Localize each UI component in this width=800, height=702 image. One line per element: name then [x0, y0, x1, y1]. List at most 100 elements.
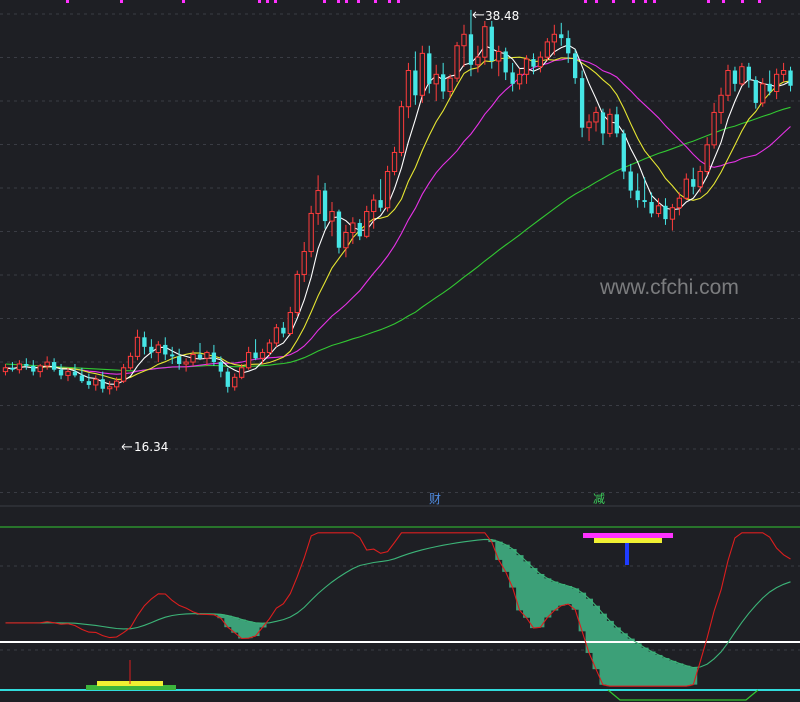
candle-body-up: [655, 205, 662, 214]
candle-body-up: [537, 56, 544, 68]
top-tick: [707, 0, 710, 3]
candle-body-down: [628, 171, 633, 191]
top-tick: [374, 0, 377, 3]
top-tick: [741, 0, 744, 3]
histogram-bar: [682, 665, 691, 687]
candle-body-down: [635, 190, 640, 201]
candle-body-down: [79, 375, 85, 382]
histogram-bar: [245, 621, 253, 639]
candle-body-up: [2, 367, 9, 373]
candle-body-up: [113, 380, 120, 388]
top-tick: [595, 0, 598, 3]
candle-body-down: [357, 222, 362, 237]
top-tick: [722, 0, 725, 3]
slow-line: [5, 538, 791, 669]
grid-lines: [0, 13, 800, 493]
candle-body-down: [753, 80, 758, 103]
candle-body-up: [607, 113, 613, 134]
top-tick: [388, 0, 391, 3]
candle-body-down: [225, 371, 230, 387]
histogram-bar: [564, 585, 573, 605]
top-tick: [120, 0, 123, 3]
candle-body-down: [489, 26, 494, 61]
candle-body-down: [31, 365, 36, 372]
candle-body-up: [433, 73, 439, 85]
candle-body-down: [441, 74, 446, 92]
top-tick: [345, 0, 348, 3]
top-tick: [397, 0, 400, 3]
candle-body-up: [461, 33, 467, 47]
candle-body-down: [573, 53, 578, 79]
candle-body-up: [593, 111, 599, 123]
candle-body-up: [586, 121, 592, 129]
histogram-bar: [648, 651, 656, 687]
candle-body-down: [218, 362, 223, 372]
candle-body-down: [72, 371, 78, 376]
candle-body-down: [177, 356, 182, 364]
candle-body-down: [746, 66, 751, 81]
histogram-bar: [495, 541, 503, 560]
candle-body-up: [718, 94, 724, 113]
candle-body-down: [531, 59, 536, 67]
candle-body-down: [767, 83, 772, 92]
candle-body-down: [614, 114, 619, 134]
candle-body-down: [197, 354, 203, 359]
candle-body-up: [523, 58, 530, 75]
candle-body-down: [579, 78, 585, 128]
high-price-label: 38.48: [485, 9, 519, 23]
candle-body-up: [232, 376, 238, 388]
top-tick: [266, 0, 269, 3]
candle-body-up: [516, 73, 523, 85]
candle-body-up: [669, 207, 676, 220]
candle-body-down: [163, 344, 168, 355]
candle-body-up: [683, 178, 689, 199]
candle-body-up: [294, 273, 300, 314]
candle-body-up: [350, 222, 356, 233]
candle-body-up: [704, 144, 710, 173]
candle-body-up: [308, 212, 314, 253]
top-tick: [584, 0, 587, 3]
top-tick: [632, 0, 635, 3]
candle-body-up: [419, 52, 425, 96]
candle-body-up: [773, 73, 780, 92]
candle-body-down: [211, 352, 217, 363]
histogram-bar: [599, 613, 607, 685]
candle-body-up: [155, 344, 161, 354]
histogram-bar: [530, 568, 538, 629]
candle-body-down: [378, 200, 383, 208]
candle-body-up: [780, 70, 787, 75]
candles: [2, 9, 793, 395]
candle-body-up: [711, 111, 717, 146]
histogram-bar: [238, 619, 246, 639]
candle-body-down: [336, 211, 342, 248]
candle-body-up: [398, 106, 405, 153]
candle-body-up: [391, 151, 398, 173]
candle-body-down: [51, 362, 57, 370]
bottom-bracket: [607, 689, 759, 701]
candle-body-up: [482, 26, 488, 58]
top-tick: [357, 0, 360, 3]
candle-body-up: [384, 171, 391, 209]
histogram-bar: [592, 605, 600, 670]
candle-body-down: [10, 367, 15, 370]
histogram-bar: [557, 583, 566, 606]
histogram-bar: [571, 588, 580, 610]
candle-body-down: [142, 337, 147, 347]
top-tick: [612, 0, 615, 3]
candle-body-down: [649, 202, 654, 214]
candle-body-down: [559, 34, 564, 39]
candle-body-up: [343, 231, 349, 249]
candle-body-down: [600, 112, 606, 134]
histogram-bar: [675, 663, 684, 687]
histogram-bar: [634, 643, 642, 687]
candle-body-up: [544, 41, 551, 58]
histogram-bar: [224, 615, 232, 628]
candle-body-up: [447, 77, 453, 92]
candle-body-down: [510, 72, 515, 84]
candle-body-up: [93, 378, 99, 386]
candle-body-down: [621, 133, 626, 172]
candle-body-up: [107, 386, 113, 390]
top-marks: [66, 0, 761, 3]
top-tick: [274, 0, 277, 3]
histogram-bar: [543, 578, 552, 618]
